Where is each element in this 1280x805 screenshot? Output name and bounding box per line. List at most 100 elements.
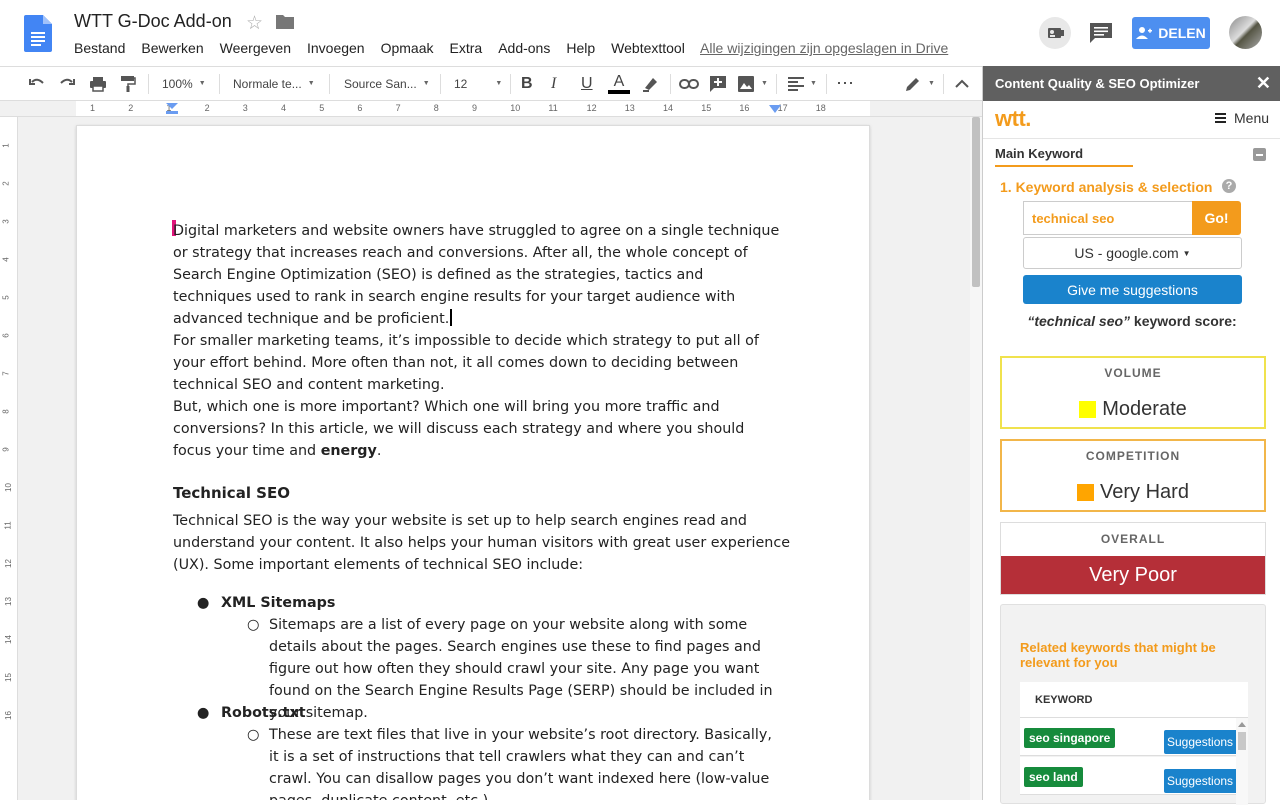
vertical-ruler-mark: 5 (1, 295, 11, 300)
menu-add-ons[interactable]: Add-ons (498, 40, 550, 56)
editing-mode-pencil-icon[interactable]: ▼ (904, 67, 935, 100)
collapse-minus-icon[interactable] (1253, 148, 1266, 161)
toolbar-divider (148, 74, 149, 94)
share-button[interactable]: DELEN (1132, 17, 1210, 49)
suggestions-button[interactable]: Suggestions (1164, 730, 1236, 754)
link-icon[interactable] (679, 67, 699, 100)
menu-opmaak[interactable]: Opmaak (381, 40, 434, 56)
bullet-robots-txt[interactable]: Robots.txt (221, 702, 306, 724)
saved-status-link[interactable]: Alle wijzigingen zijn opgeslagen in Driv… (700, 40, 948, 56)
highlight-pen-icon[interactable] (642, 67, 660, 100)
insert-image-icon[interactable]: ▼ (737, 67, 768, 100)
toolbar-divider (219, 74, 220, 94)
paragraph-which-one[interactable]: But, which one is more important? Which … (173, 396, 783, 462)
google-docs-logo-icon[interactable] (24, 15, 52, 52)
vertical-ruler-mark: 6 (1, 333, 11, 338)
toolbar-divider (826, 74, 827, 94)
zoom-select[interactable]: 100% ▼ (162, 67, 206, 100)
print-icon[interactable] (89, 67, 107, 100)
scroll-up-arrow-icon[interactable] (1238, 721, 1246, 727)
give-suggestions-button[interactable]: Give me suggestions (1023, 275, 1242, 304)
ruler-mark: 14 (663, 103, 674, 113)
related-keywords-title: Related keywords that might be relevant … (1020, 640, 1216, 670)
font-size-select[interactable]: 12 ▼ (454, 67, 502, 100)
keyword-input[interactable]: technical seo (1023, 201, 1193, 235)
sub-bullet-robots[interactable]: These are text files that live in your w… (269, 724, 779, 800)
app-header: WTT G-Doc Add-on ☆ Bestand Bewerken Weer… (0, 0, 1280, 66)
star-icon[interactable]: ☆ (246, 12, 263, 35)
toolbar-divider (943, 74, 944, 94)
paragraph-intro[interactable]: Digital marketers and website owners hav… (173, 220, 783, 330)
panel-menu-button[interactable]: Menu (1215, 110, 1269, 126)
folder-icon[interactable] (276, 14, 294, 29)
document-title[interactable]: WTT G-Doc Add-on (74, 11, 232, 32)
suggestions-button[interactable]: Suggestions (1164, 769, 1236, 793)
bold-button[interactable]: B (521, 67, 533, 100)
menu-extra[interactable]: Extra (450, 40, 483, 56)
ruler-mark: 3 (242, 103, 248, 113)
avatar[interactable] (1229, 16, 1262, 49)
italic-button[interactable]: I (551, 67, 556, 100)
comment-icon[interactable] (1090, 23, 1112, 43)
horizontal-ruler[interactable]: 1 2 1 2 3 4 5 6 7 8 9 10 11 12 13 14 15 16 17 18 (0, 101, 982, 117)
ruler-mark: 1 (90, 103, 96, 113)
vertical-ruler-mark: 11 (3, 521, 13, 530)
vertical-ruler-mark: 12 (3, 559, 13, 568)
menu-weergeven[interactable]: Weergeven (220, 40, 291, 56)
align-left-icon[interactable]: ▼ (788, 67, 817, 100)
document-page[interactable]: Digital marketers and website owners hav… (76, 125, 870, 800)
overall-value: Very Poor (1001, 556, 1265, 594)
bullet-dot: ● (197, 595, 210, 611)
redo-icon[interactable] (58, 67, 76, 100)
bullet-xml-sitemaps[interactable]: XML Sitemaps (221, 592, 335, 614)
font-select[interactable]: Source San... ▼ (344, 67, 430, 100)
go-button[interactable]: Go! (1192, 201, 1241, 235)
sub-bullet-circle: ○ (247, 727, 260, 743)
tab-main-keyword[interactable]: Main Keyword (995, 146, 1083, 161)
vertical-ruler-mark: 8 (1, 409, 11, 414)
toolbar-divider (440, 74, 441, 94)
related-keyword-chip[interactable]: seo singapore (1024, 728, 1116, 748)
scrollbar-thumb[interactable] (972, 117, 980, 287)
menu-bewerken[interactable]: Bewerken (141, 40, 203, 56)
more-options-icon[interactable]: ⋯ (836, 67, 855, 100)
vertical-ruler-mark: 9 (1, 447, 11, 452)
paragraph-smaller-teams[interactable]: For smaller marketing teams, it’s imposs… (173, 330, 783, 396)
left-indent-marker-icon[interactable] (166, 103, 178, 115)
region-select[interactable]: US - google.com ▼ (1023, 237, 1242, 269)
ruler-mark: 12 (586, 103, 597, 113)
keyword-score-title: “technical seo” keyword score: (1027, 313, 1237, 329)
vertical-ruler-mark: 10 (3, 483, 13, 492)
related-list-scrollbar[interactable] (1236, 718, 1248, 805)
paint-format-icon[interactable] (120, 67, 136, 100)
menu-help[interactable]: Help (566, 40, 595, 56)
document-scrollbar[interactable] (970, 117, 982, 800)
close-icon[interactable]: ✕ (1256, 73, 1271, 94)
style-select[interactable]: Normale te... ▼ (233, 67, 315, 100)
menu-webtexttool[interactable]: Webtexttool (611, 40, 685, 56)
present-meet-icon[interactable] (1039, 17, 1071, 49)
volume-label: VOLUME (1104, 366, 1162, 380)
ruler-mark: 18 (815, 103, 826, 113)
collapse-menu-chevron-up-icon[interactable] (955, 67, 969, 100)
share-label: DELEN (1158, 25, 1206, 41)
heading-technical-seo[interactable]: Technical SEO (173, 482, 783, 504)
vertical-ruler[interactable]: 1 2 3 4 5 6 7 8 9 10 11 12 13 14 15 16 (0, 117, 18, 800)
menu-invoegen[interactable]: Invoegen (307, 40, 365, 56)
sub-bullet-sitemaps[interactable]: Sitemaps are a list of every page on you… (269, 614, 779, 724)
table-row: seo singapore Suggestions (1020, 718, 1236, 756)
menu-bar: Bestand Bewerken Weergeven Invoegen Opma… (74, 40, 701, 56)
bold-energy: energy (320, 443, 377, 459)
underline-button[interactable]: U (581, 67, 593, 100)
right-indent-marker-icon[interactable] (769, 105, 781, 115)
insert-comment-icon[interactable] (709, 67, 727, 100)
menu-bestand[interactable]: Bestand (74, 40, 125, 56)
competition-value-row: Very Hard (1002, 481, 1264, 504)
undo-icon[interactable] (28, 67, 46, 100)
paragraph-technical-seo[interactable]: Technical SEO is the way your website is… (173, 510, 793, 576)
document-canvas[interactable]: Digital marketers and website owners hav… (18, 117, 970, 800)
related-list-scroll-thumb[interactable] (1238, 732, 1246, 750)
related-keyword-chip[interactable]: seo land (1024, 767, 1083, 787)
text-color-button[interactable]: A (608, 67, 630, 100)
help-icon[interactable]: ? (1222, 179, 1236, 193)
